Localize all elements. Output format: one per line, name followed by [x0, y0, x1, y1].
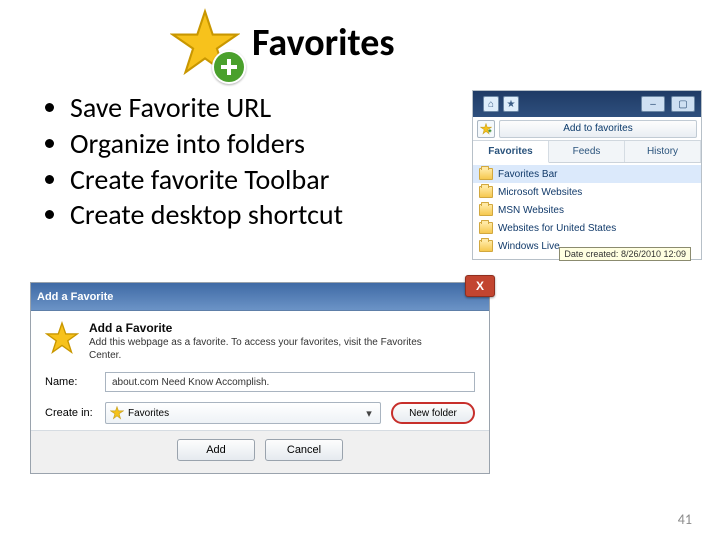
tab-favorites[interactable]: Favorites — [473, 141, 549, 163]
list-item-label: Windows Live — [498, 241, 560, 252]
createin-combo[interactable]: Favorites ▾ — [105, 402, 381, 424]
dialog-title: Add a Favorite — [37, 291, 113, 303]
slide-title-group: Favorites — [170, 8, 395, 78]
name-input[interactable]: about.com Need Know Accomplish. — [105, 372, 475, 392]
add-to-favorites-button[interactable]: Add to favorites — [499, 120, 697, 138]
dialog-heading: Add a Favorite — [89, 321, 449, 335]
date-tooltip: Date created: 8/26/2010 12:09 — [559, 247, 691, 261]
name-label: Name: — [45, 376, 99, 388]
star-icon — [110, 406, 124, 420]
minimize-icon[interactable]: – — [641, 96, 665, 112]
folder-icon — [479, 168, 493, 180]
list-item[interactable]: Favorites Bar — [473, 165, 701, 183]
chevron-down-icon: ▾ — [362, 406, 376, 420]
new-folder-button[interactable]: New folder — [391, 402, 475, 424]
folder-icon — [479, 222, 493, 234]
add-button[interactable]: Add — [177, 439, 255, 461]
favorites-star-icon — [170, 8, 240, 78]
maximize-icon[interactable]: ▢ — [671, 96, 695, 112]
bullet-item: Create favorite Toolbar — [70, 162, 343, 198]
add-star-icon[interactable] — [477, 120, 495, 138]
list-item[interactable]: Websites for United States — [473, 219, 701, 237]
plus-badge-icon — [212, 50, 246, 84]
home-icon[interactable]: ⌂ — [483, 96, 499, 112]
bullet-list: Save Favorite URL Organize into folders … — [50, 90, 343, 233]
add-favorite-dialog: Add a Favorite X Add a Favorite Add this… — [30, 282, 490, 474]
list-item-label: Websites for United States — [498, 223, 616, 234]
dialog-subheading: Add this webpage as a favorite. To acces… — [89, 337, 449, 362]
tab-feeds[interactable]: Feeds — [549, 141, 625, 162]
bullet-item: Save Favorite URL — [70, 90, 343, 126]
cancel-button[interactable]: Cancel — [265, 439, 343, 461]
favorites-panel-topbar: ⌂ ★ – ▢ — [473, 91, 701, 117]
close-button[interactable]: X — [465, 275, 495, 297]
add-favorites-row: Add to favorites — [473, 117, 701, 141]
bullet-item: Create desktop shortcut — [70, 197, 343, 233]
list-item-label: Microsoft Websites — [498, 187, 582, 198]
dialog-buttons: Add Cancel — [31, 430, 489, 473]
favorites-panel: ⌂ ★ – ▢ Add to favorites Favorites Feeds… — [472, 90, 702, 260]
folder-icon — [479, 204, 493, 216]
list-item-label: MSN Websites — [498, 205, 564, 216]
createin-label: Create in: — [45, 407, 99, 419]
folder-icon — [479, 186, 493, 198]
page-number: 41 — [678, 511, 692, 528]
dialog-titlebar: Add a Favorite X — [31, 283, 489, 311]
list-item[interactable]: Microsoft Websites — [473, 183, 701, 201]
favorite-star-icon — [45, 321, 79, 355]
list-item-label: Favorites Bar — [498, 169, 557, 180]
favorites-list: Favorites Bar Microsoft Websites MSN Web… — [473, 163, 701, 259]
slide-title: Favorites — [252, 20, 395, 66]
list-item[interactable]: MSN Websites — [473, 201, 701, 219]
tab-history[interactable]: History — [625, 141, 701, 162]
bullet-item: Organize into folders — [70, 126, 343, 162]
favorites-tabs: Favorites Feeds History — [473, 141, 701, 163]
folder-icon — [479, 240, 493, 252]
createin-value: Favorites — [128, 408, 358, 419]
star-icon[interactable]: ★ — [503, 96, 519, 112]
